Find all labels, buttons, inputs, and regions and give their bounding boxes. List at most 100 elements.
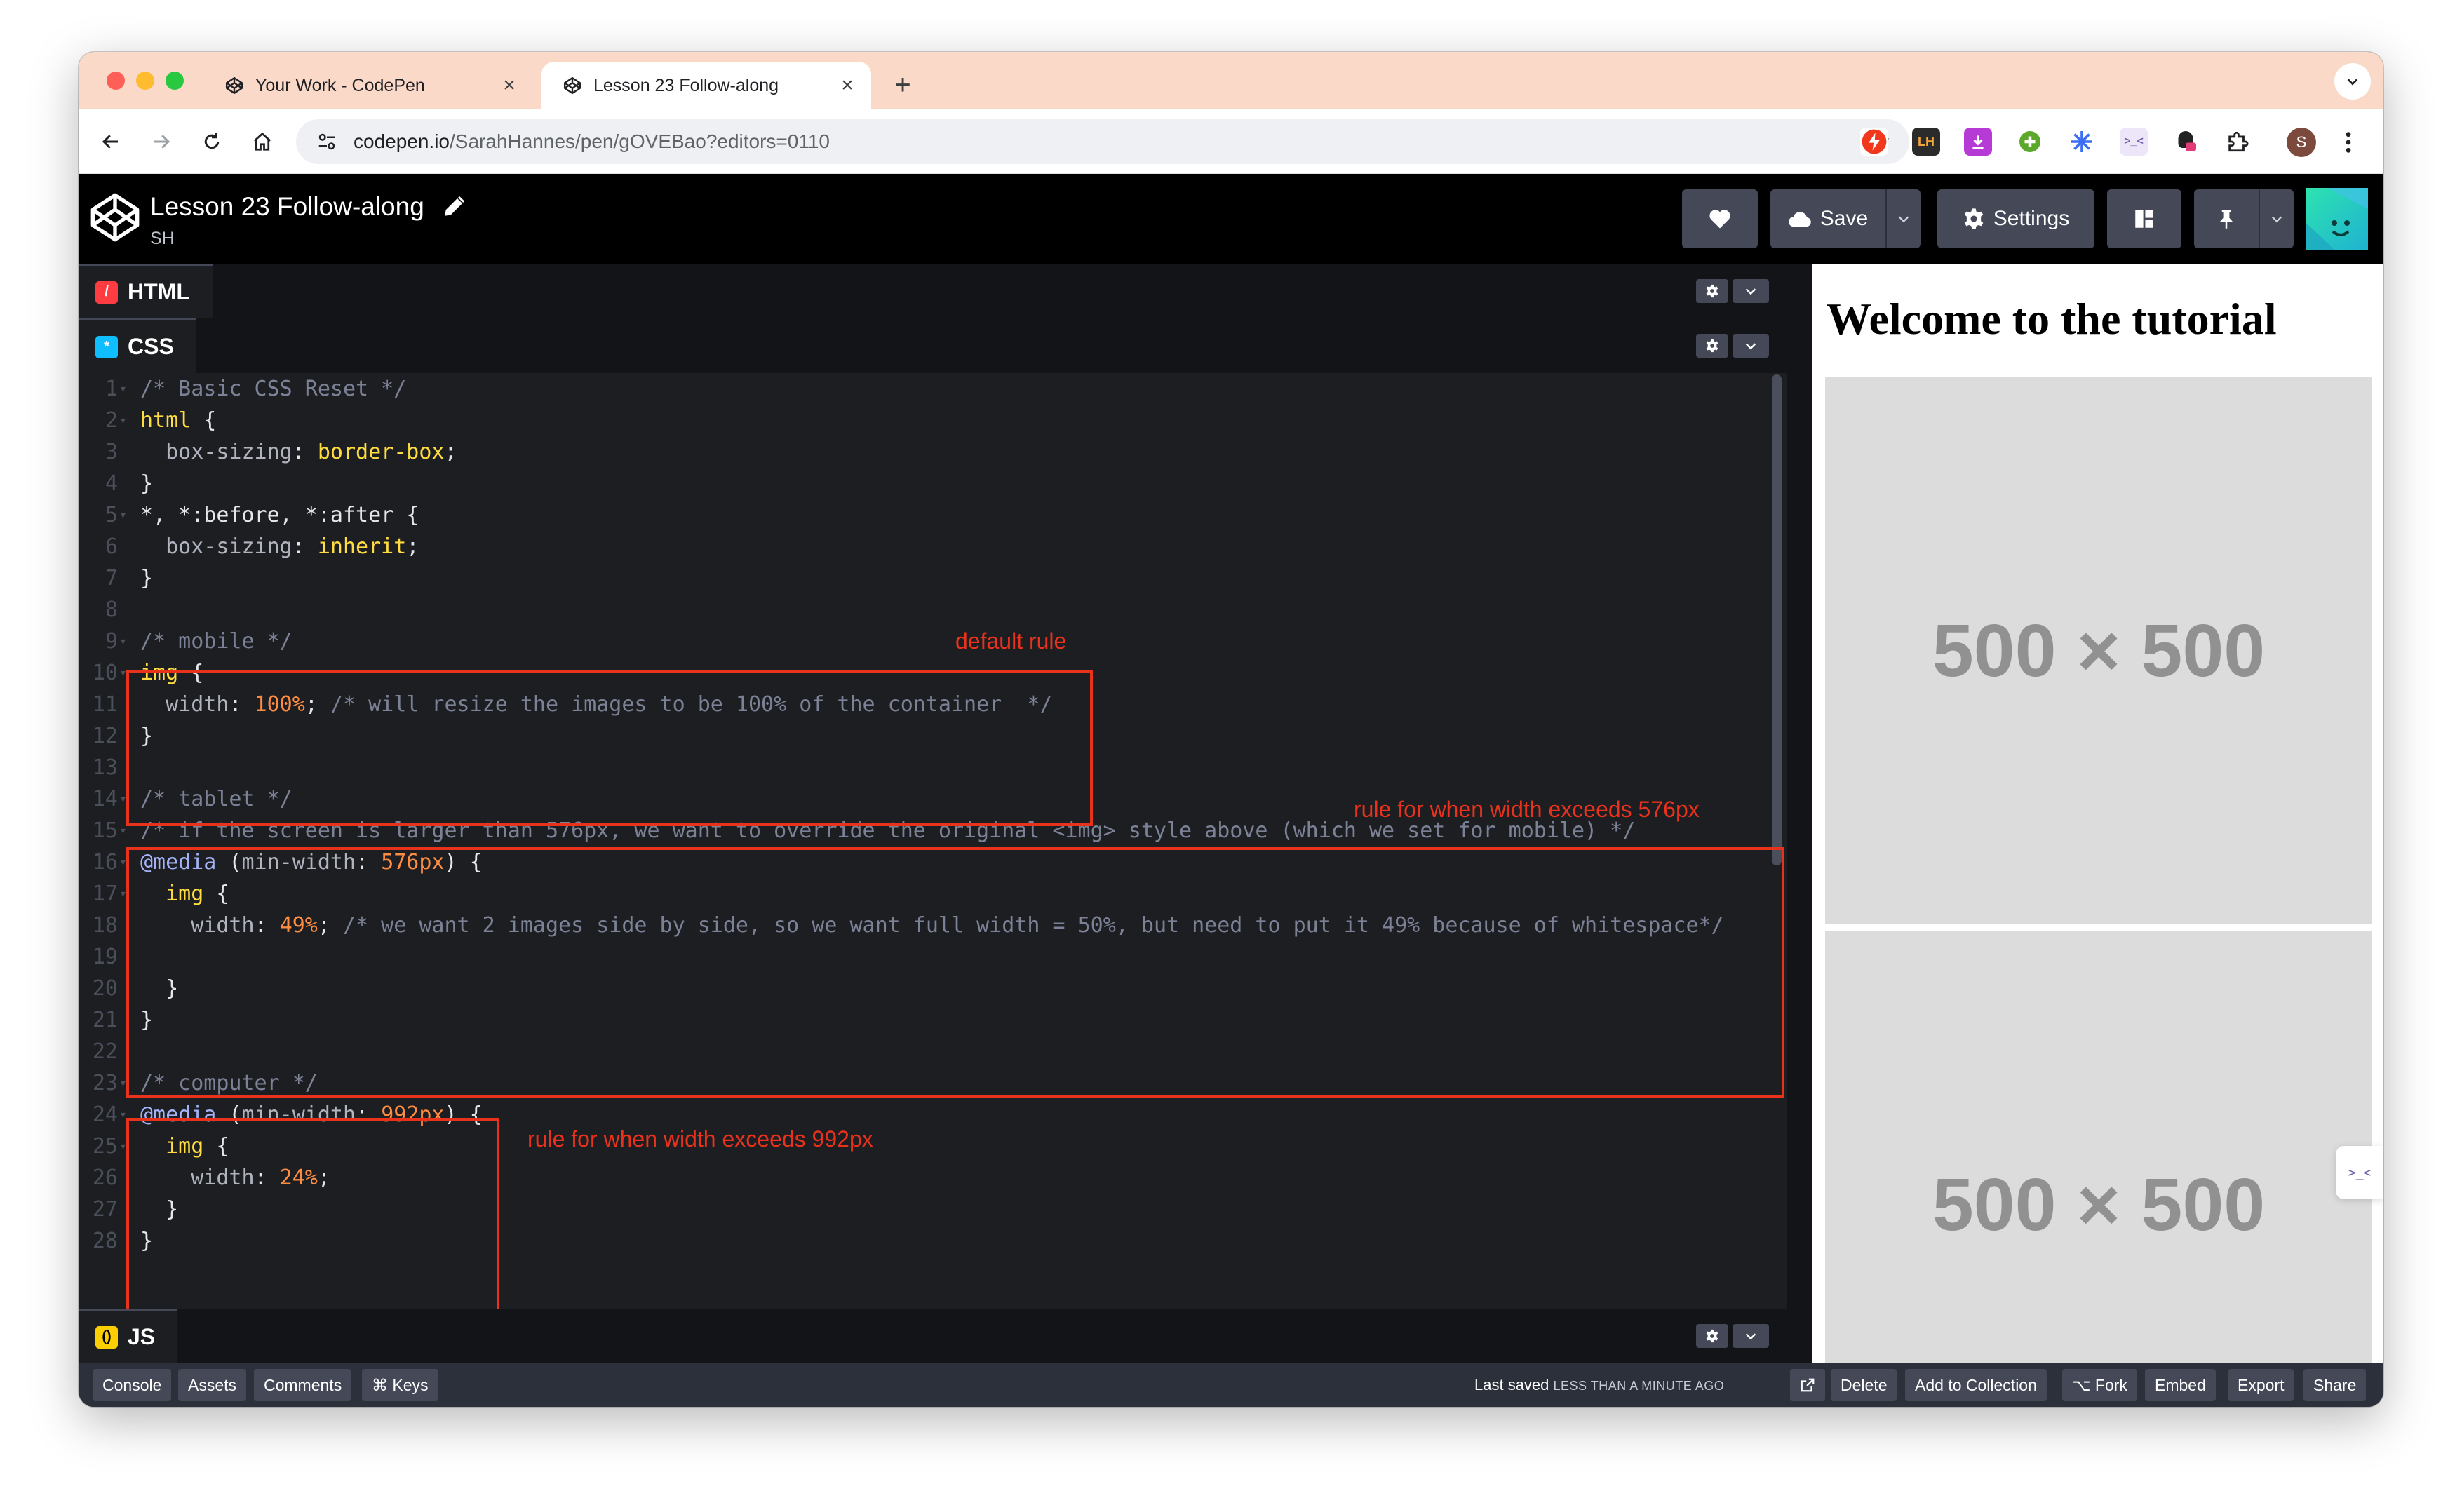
- browser-toolbar: codepen.io/SarahHannes/pen/gOVEBao?edito…: [79, 109, 2383, 174]
- assets-button[interactable]: Assets: [178, 1369, 247, 1401]
- settings-button[interactable]: Settings: [1937, 189, 2094, 248]
- forward-button[interactable]: [143, 123, 180, 160]
- site-info-icon[interactable]: [313, 128, 341, 156]
- js-collapse-button[interactable]: [1733, 1324, 1769, 1348]
- browser-tab-lesson-23[interactable]: Lesson 23 Follow-along ×: [541, 62, 871, 109]
- zoom-window-button[interactable]: [166, 72, 184, 90]
- pixel-extension-icon[interactable]: >_<: [2120, 128, 2148, 156]
- user-avatar[interactable]: [2306, 188, 2368, 250]
- css-scrollbar-thumb[interactable]: [1772, 374, 1782, 865]
- back-button[interactable]: [93, 123, 129, 160]
- codepen-logo-icon[interactable]: [88, 191, 142, 244]
- lightning-extension-icon[interactable]: [1860, 128, 1888, 156]
- css-extension-icon[interactable]: [2172, 128, 2200, 156]
- preview-heading: Welcome to the tutorial: [1827, 294, 2277, 344]
- asterisk-extension-icon[interactable]: [2068, 128, 2096, 156]
- code-line[interactable]: 3 box-sizing: border-box;: [79, 436, 1787, 468]
- add-to-collection-button[interactable]: Add to Collection: [1905, 1369, 2047, 1401]
- lighthouse-extension-icon[interactable]: LH: [1912, 128, 1940, 156]
- css-editor-tab[interactable]: * CSS: [79, 318, 196, 373]
- codepen-footer: Console Assets Comments ⌘ Keys Last save…: [79, 1363, 2383, 1407]
- fold-arrow-icon[interactable]: ▾: [119, 499, 127, 531]
- export-button[interactable]: Export: [2228, 1369, 2294, 1401]
- keys-button[interactable]: ⌘ Keys: [362, 1369, 438, 1401]
- codepen-favicon-icon: [563, 76, 582, 95]
- code-line[interactable]: 1 ▾ /* Basic CSS Reset */: [79, 373, 1787, 405]
- line-number: 10: [92, 661, 118, 685]
- pen-title[interactable]: Lesson 23 Follow-along: [150, 192, 424, 222]
- download-extension-icon[interactable]: [1964, 128, 1992, 156]
- love-button[interactable]: [1682, 189, 1758, 248]
- code-line[interactable]: 7}: [79, 562, 1787, 594]
- line-number: 22: [92, 1039, 118, 1064]
- pin-button[interactable]: [2194, 189, 2259, 248]
- address-bar[interactable]: codepen.io/SarahHannes/pen/gOVEBao?edito…: [296, 119, 1909, 164]
- fold-arrow-icon[interactable]: ▾: [119, 626, 127, 657]
- settings-label: Settings: [1993, 207, 2070, 230]
- js-editor-tab[interactable]: () JS: [79, 1309, 178, 1363]
- minimize-window-button[interactable]: [136, 72, 154, 90]
- close-tab-icon[interactable]: ×: [495, 72, 523, 100]
- line-number: 14: [92, 787, 118, 811]
- html-settings-button[interactable]: [1696, 279, 1728, 303]
- puzzle-extensions-icon[interactable]: [2224, 128, 2252, 156]
- share-button[interactable]: Share: [2303, 1369, 2367, 1401]
- code-text: }: [140, 468, 153, 499]
- js-settings-button[interactable]: [1696, 1324, 1728, 1348]
- code-line[interactable]: 4}: [79, 468, 1787, 499]
- fork-button[interactable]: ⌥ Fork: [2062, 1369, 2137, 1401]
- pencil-edit-icon[interactable]: [442, 195, 466, 219]
- code-text: box-sizing: border-box;: [140, 436, 457, 468]
- line-number: 3: [105, 440, 118, 464]
- home-button[interactable]: [244, 123, 281, 160]
- save-dropdown-button[interactable]: [1885, 189, 1921, 248]
- new-tab-button[interactable]: +: [884, 66, 922, 104]
- css-editor-header[interactable]: * CSS: [79, 318, 1787, 373]
- back-arrow-icon: [102, 135, 118, 149]
- html-editor-tab[interactable]: / HTML: [79, 264, 213, 318]
- editor-preview-resizer[interactable]: [1787, 264, 1812, 1363]
- pin-dropdown-button[interactable]: [2259, 189, 2294, 248]
- code-line[interactable]: 9 ▾ /* mobile */: [79, 626, 1787, 657]
- line-number: 4: [105, 471, 118, 496]
- html-collapse-button[interactable]: [1733, 279, 1769, 303]
- pixel-widget-icon[interactable]: >_<: [2336, 1146, 2383, 1199]
- line-number: 5: [105, 503, 118, 527]
- profile-avatar[interactable]: S: [2287, 128, 2316, 157]
- close-tab-icon[interactable]: ×: [833, 72, 861, 100]
- delete-button[interactable]: Delete: [1831, 1369, 1897, 1401]
- fold-arrow-icon[interactable]: ▾: [119, 405, 127, 436]
- line-number: 17: [92, 882, 118, 906]
- change-view-button[interactable]: [2107, 189, 2181, 248]
- reload-button[interactable]: [194, 123, 230, 160]
- line-number: 20: [92, 976, 118, 1001]
- browser-tab-your-work[interactable]: Your Work - CodePen ×: [203, 62, 533, 109]
- html-editor-header[interactable]: / HTML: [79, 264, 1787, 318]
- code-line[interactable]: 5 ▾ *, *:before, *:after {: [79, 499, 1787, 531]
- chevron-down-icon: [1898, 216, 1909, 223]
- save-button[interactable]: Save: [1770, 189, 1885, 248]
- line-number: 6: [105, 534, 118, 559]
- code-line[interactable]: 6 box-sizing: inherit;: [79, 531, 1787, 562]
- embed-button[interactable]: Embed: [2145, 1369, 2216, 1401]
- pin-icon: [2220, 210, 2233, 229]
- code-line[interactable]: 2 ▾ html {: [79, 405, 1787, 436]
- line-number: 16: [92, 850, 118, 875]
- tab-search-button[interactable]: [2334, 63, 2371, 100]
- gear-icon: [1706, 1329, 1718, 1343]
- pen-author[interactable]: SH: [150, 229, 175, 249]
- open-external-button[interactable]: [1790, 1369, 1825, 1401]
- fold-arrow-icon[interactable]: ▾: [119, 373, 127, 405]
- plus-extension-icon[interactable]: [2016, 128, 2044, 156]
- reload-icon: [204, 133, 220, 149]
- code-line[interactable]: 8: [79, 594, 1787, 626]
- css-settings-button[interactable]: [1696, 334, 1728, 358]
- comments-button[interactable]: Comments: [254, 1369, 352, 1401]
- close-window-button[interactable]: [107, 72, 125, 90]
- browser-menu-button[interactable]: [2336, 126, 2361, 158]
- css-collapse-button[interactable]: [1733, 334, 1769, 358]
- console-button[interactable]: Console: [93, 1369, 172, 1401]
- js-editor-header[interactable]: () JS: [79, 1309, 1787, 1363]
- js-circle-icon: (): [95, 1325, 118, 1349]
- line-number: 21: [92, 1008, 118, 1032]
